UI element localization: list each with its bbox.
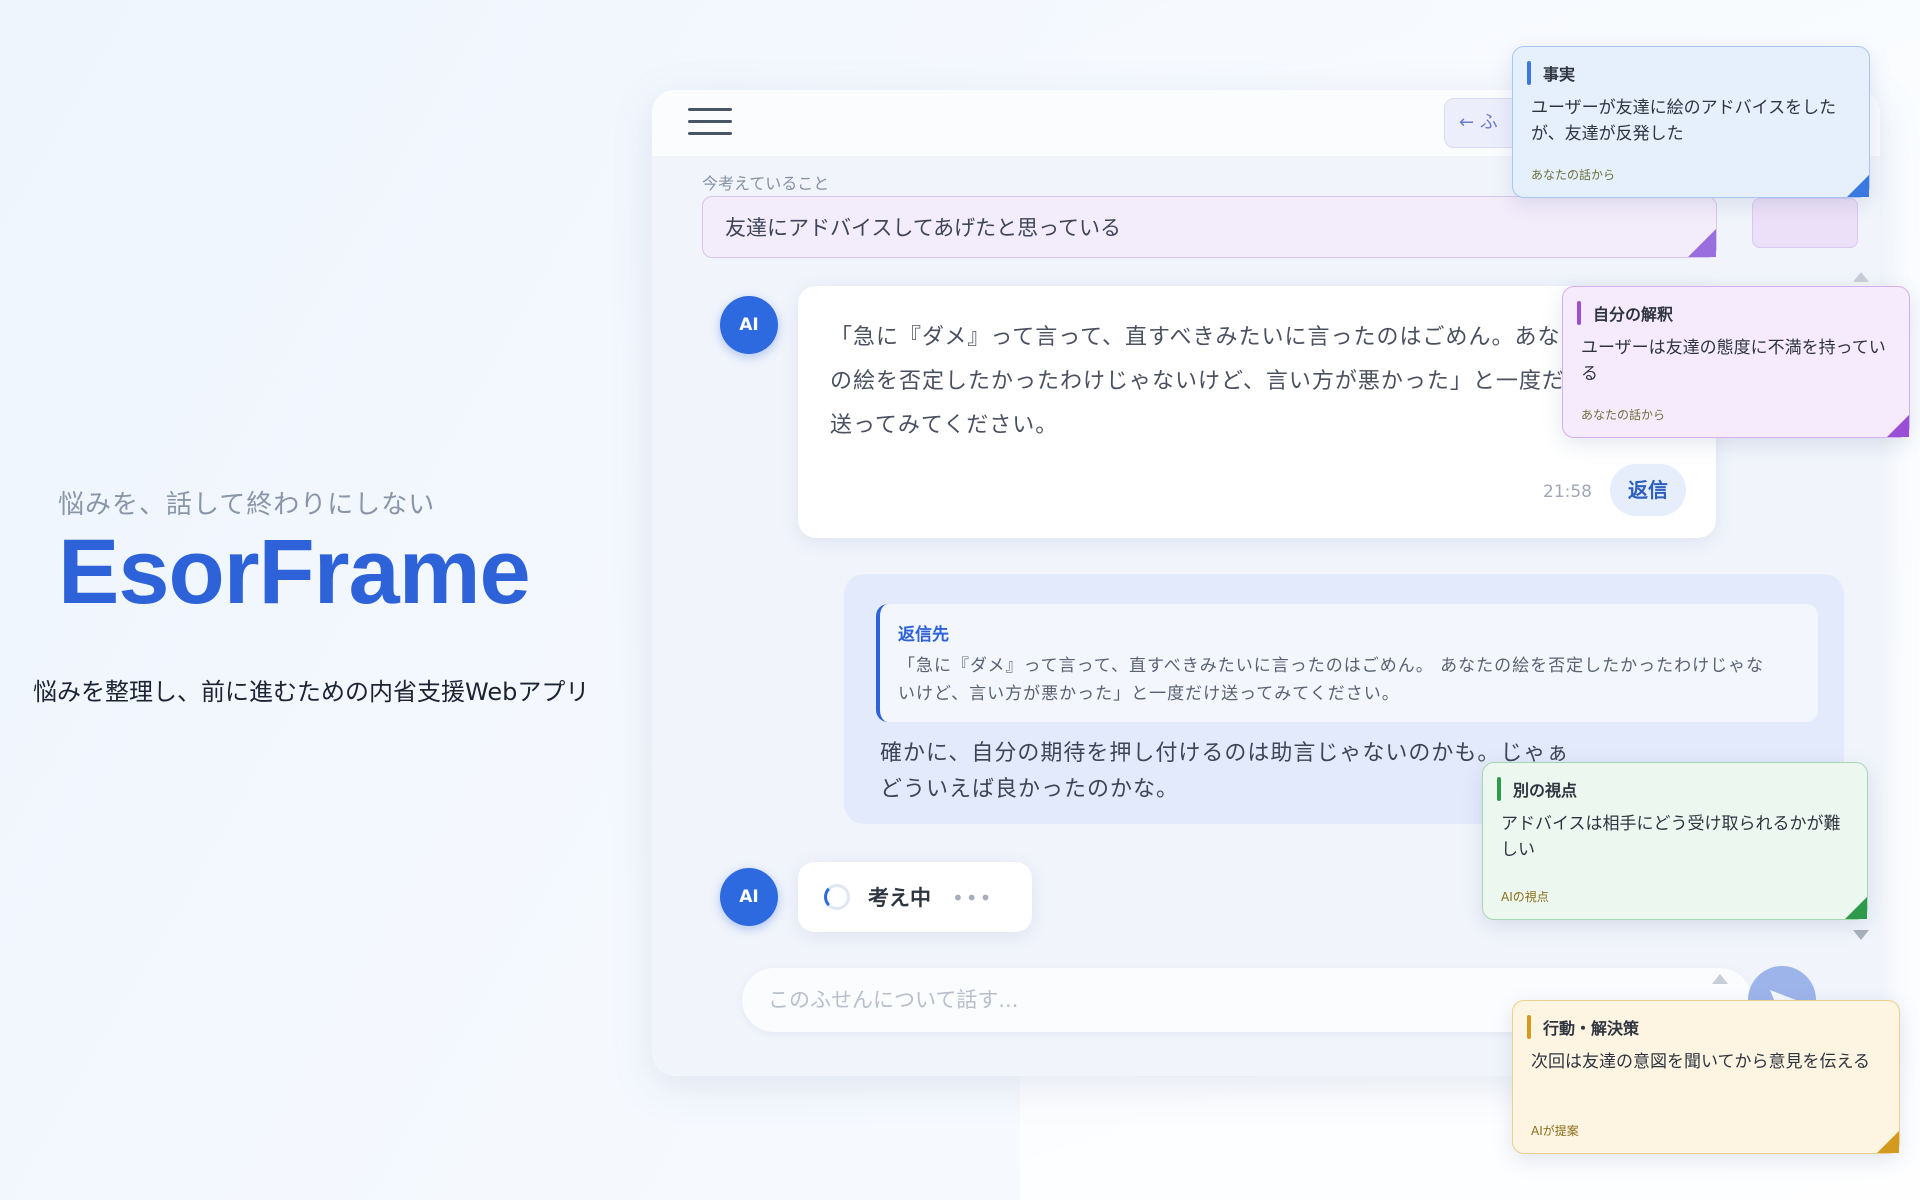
brand-logo-text: EsorFrame: [58, 521, 531, 623]
current-thought-label: 今考えていること: [702, 174, 830, 193]
typing-dots: •••: [952, 886, 994, 910]
note-fold-corner: [1887, 415, 1909, 437]
ai-avatar: AI: [720, 868, 778, 926]
note-fact[interactable]: 事実 ユーザーが友達に絵のアドバイスをしたが、友達が反発した あなたの話から: [1512, 46, 1870, 198]
note-text: ユーザーが友達に絵のアドバイスをしたが、友達が反発した: [1531, 98, 1837, 144]
note-category: 別の視点: [1513, 781, 1578, 800]
note-source: あなたの話から: [1581, 408, 1666, 422]
note-category: 自分の解釈: [1593, 305, 1674, 324]
note-fold-corner: [1877, 1131, 1899, 1153]
note-alternative-view[interactable]: 別の視点 アドバイスは相手にどう受け取られるかが難しい AIの視点: [1482, 762, 1868, 920]
current-thought-box[interactable]: 友達にアドバイスしてあげたと思っている: [702, 196, 1717, 258]
reply-quote-text: 「急に『ダメ』って言って、直すべきみたいに言ったのはごめん。 あなたの絵を否定し…: [898, 656, 1765, 704]
reply-quote: 返信先 「急に『ダメ』って言って、直すべきみたいに言ったのはごめん。 あなたの絵…: [876, 604, 1818, 722]
note-text: 次回は友達の意図を聞いてから意見を伝える: [1531, 1052, 1870, 1072]
note-color-bar: [1527, 61, 1531, 85]
note-color-bar: [1527, 1015, 1531, 1039]
note-interpretation[interactable]: 自分の解釈 ユーザーは友達の態度に不満を持っている あなたの話から: [1562, 286, 1910, 438]
reply-quote-title: 返信先: [898, 625, 949, 645]
user-message-text: 確かに、自分の期待を押し付けるのは助言じゃないのかも。じゃぁどういえば良かったの…: [880, 741, 1570, 802]
fold-corner: [1688, 229, 1716, 257]
message-timestamp: 21:58: [1543, 482, 1592, 502]
scroll-up-arrow-icon[interactable]: [1712, 974, 1728, 984]
menu-icon[interactable]: [688, 108, 732, 140]
spinner-icon: [824, 884, 850, 910]
hero-tagline: 悩みを、話して終わりにしない: [58, 490, 436, 520]
ai-avatar: AI: [720, 296, 778, 354]
thinking-indicator: 考え中 •••: [798, 862, 1032, 932]
note-text: アドバイスは相手にどう受け取られるかが難しい: [1501, 814, 1841, 860]
note-fold-corner: [1845, 897, 1867, 919]
hero-description: 悩みを整理し、前に進むための内省支援Webアプリ: [33, 678, 590, 706]
scroll-up-arrow-icon[interactable]: [1853, 272, 1869, 282]
note-category: 行動・解決策: [1543, 1019, 1640, 1038]
note-fold-corner: [1847, 175, 1869, 197]
note-color-bar: [1497, 777, 1501, 801]
note-text: ユーザーは友達の態度に不満を持っている: [1581, 338, 1886, 384]
app-window: ← ふ 今考えていること 友達にアドバイスしてあげたと思っている AI 「急に『…: [652, 90, 1880, 1076]
note-action[interactable]: 行動・解決策 次回は友達の意図を聞いてから意見を伝える AIが提案: [1512, 1000, 1900, 1154]
thinking-status: 考え中: [868, 886, 931, 910]
note-color-bar: [1577, 301, 1581, 325]
reply-button[interactable]: 返信: [1610, 464, 1686, 516]
ai-message-text: 「急に『ダメ』って言って、直すべきみたいに言ったのはごめん。あなたの絵を否定した…: [830, 325, 1588, 438]
note-source: AIが提案: [1531, 1124, 1579, 1138]
note-source: AIの視点: [1501, 890, 1549, 904]
note-category: 事実: [1543, 65, 1576, 84]
puzzle-decoration: [1752, 198, 1858, 248]
scroll-down-arrow-icon[interactable]: [1853, 930, 1869, 940]
current-thought-text: 友達にアドバイスしてあげたと思っている: [725, 216, 1122, 240]
note-source: あなたの話から: [1531, 168, 1616, 182]
